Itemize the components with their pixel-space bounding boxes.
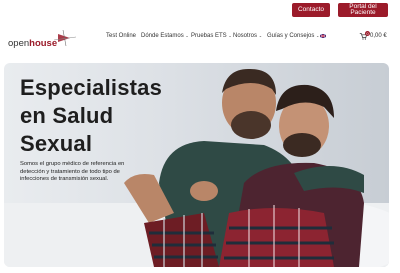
language-flag-icon[interactable]: [319, 33, 327, 40]
contact-button-label: Contacto: [297, 5, 325, 13]
hero-title-line-1: Especialistas: [20, 75, 163, 100]
chevron-down-icon: ⌄: [258, 33, 263, 38]
nav-item-pruebas-ets-label: Pruebas ETS: [191, 33, 227, 39]
nav-item-guias[interactable]: Guías y Consejos ⌄: [267, 33, 319, 39]
nav-item-nosotros[interactable]: Nosotros ⌄: [233, 33, 262, 39]
hero-title-line-3: Sexual: [20, 131, 93, 156]
nav-item-donde-estamos[interactable]: Dónde Estamos ⌄: [141, 33, 189, 39]
patient-portal-button[interactable]: Portal del Paciente: [338, 3, 388, 17]
hero-banner: Especialistas en Salud Sexual Somos el g…: [4, 63, 389, 267]
logo-text: openhouse: [8, 38, 57, 49]
chevron-down-icon: ⌄: [185, 33, 189, 38]
chevron-down-icon: ⌄: [228, 33, 232, 38]
nav-item-test-online[interactable]: Test Online: [106, 33, 136, 39]
chevron-down-icon: ⌄: [316, 33, 320, 38]
nav-item-guias-label: Guías y Consejos: [267, 33, 315, 39]
hero-subtitle: Somos el grupo médico de referencia en d…: [20, 161, 125, 183]
nav-item-nosotros-label: Nosotros: [233, 33, 258, 39]
hero-title-line-2: en Salud: [20, 103, 114, 128]
logo-suffix: house: [29, 38, 58, 49]
nav-item-pruebas-ets[interactable]: Pruebas ETS ⌄: [191, 33, 232, 39]
logo-prefix: open: [8, 38, 30, 49]
main-nav: Test Online Dónde Estamos ⌄ Pruebas ETS …: [106, 33, 400, 43]
nav-item-donde-estamos-label: Dónde Estamos: [141, 33, 184, 39]
patient-portal-label: Portal del Paciente: [349, 2, 377, 16]
cart-total: 0,00 €: [370, 33, 387, 39]
contact-button[interactable]: Contacto: [292, 3, 330, 17]
